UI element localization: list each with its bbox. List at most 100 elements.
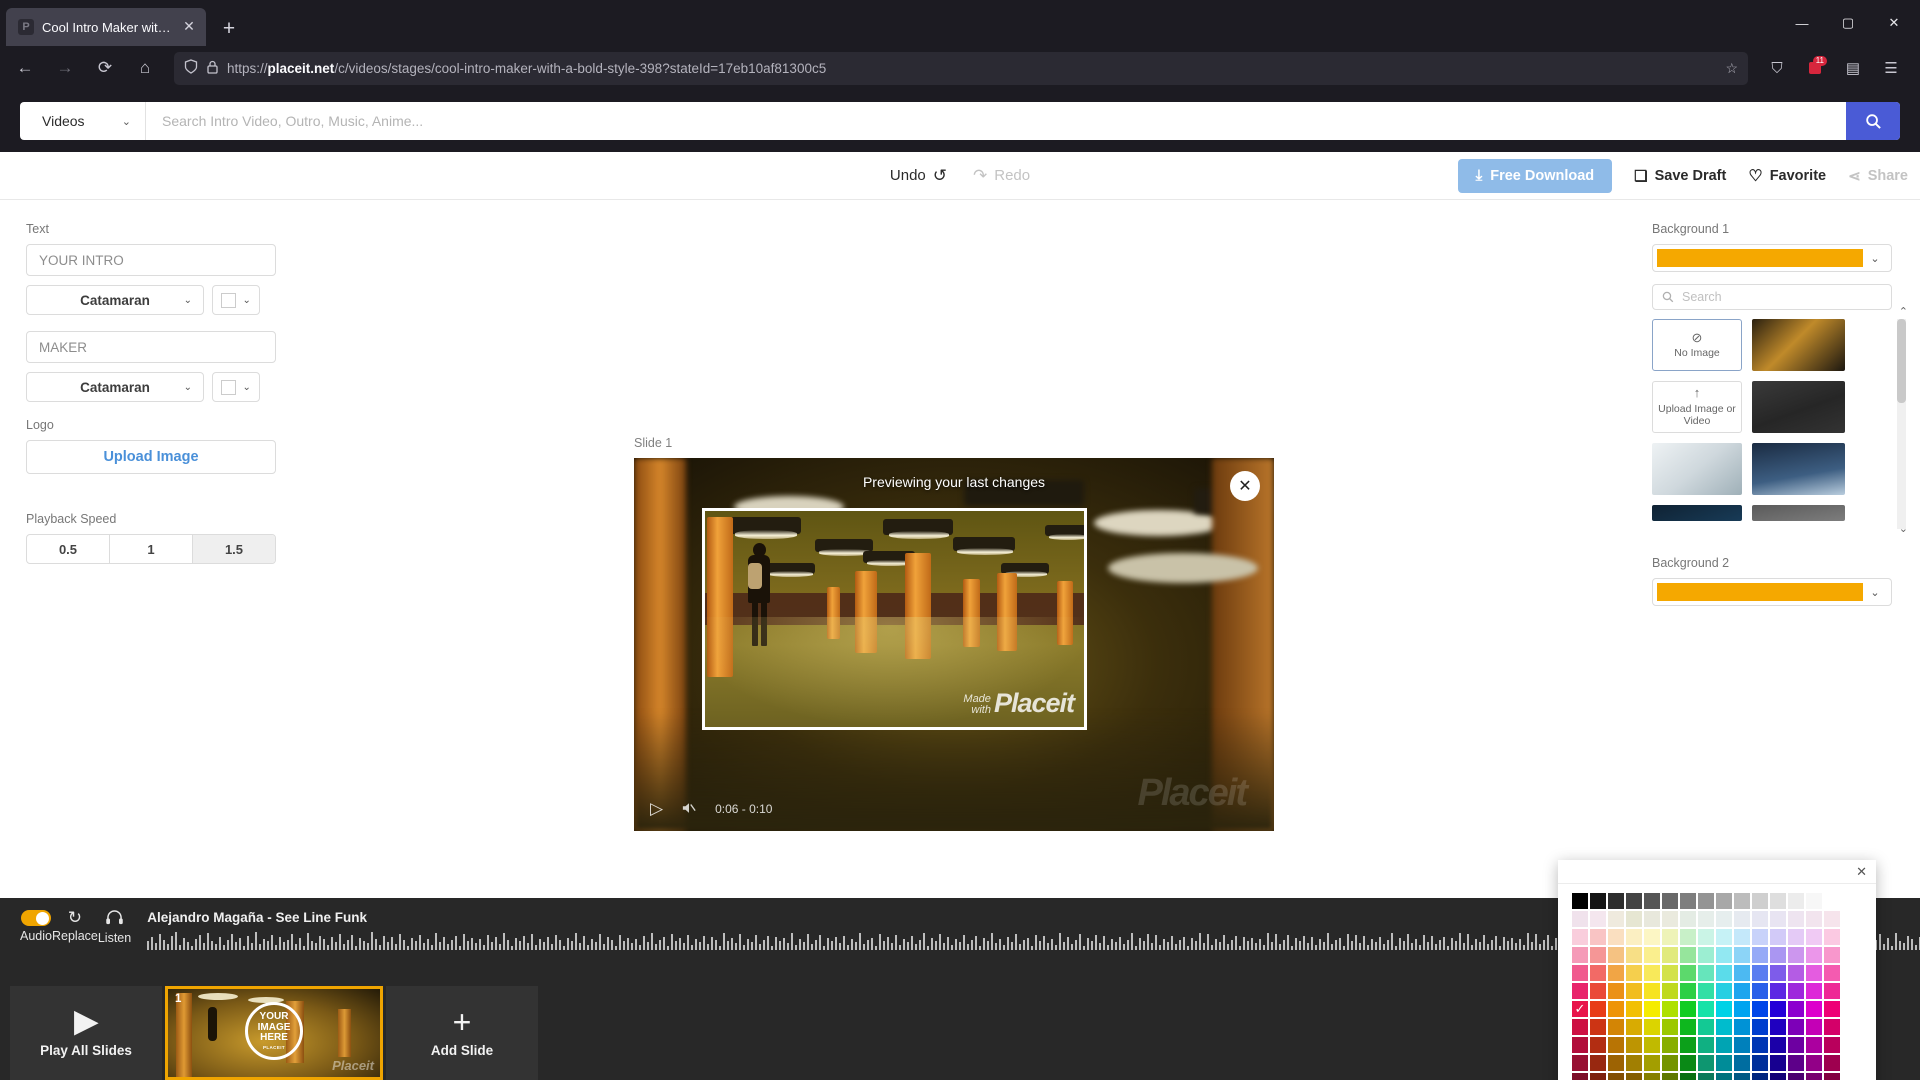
- color-swatch[interactable]: [1698, 965, 1714, 981]
- color-swatch[interactable]: [1734, 911, 1750, 927]
- color-swatch[interactable]: [1626, 1001, 1642, 1017]
- color-swatch[interactable]: [1770, 1019, 1786, 1035]
- color-swatch[interactable]: [1752, 1055, 1768, 1071]
- color-swatch[interactable]: [1608, 1073, 1624, 1080]
- color-swatch[interactable]: [1716, 929, 1732, 945]
- play-all-slides-button[interactable]: ▶ Play All Slides: [10, 986, 162, 1080]
- color-swatch[interactable]: [1590, 1055, 1606, 1071]
- color-swatch[interactable]: [1662, 1073, 1678, 1080]
- color-swatch[interactable]: [1752, 965, 1768, 981]
- text-color-select-1[interactable]: ⌄: [212, 285, 260, 315]
- color-swatch[interactable]: [1824, 911, 1840, 927]
- new-tab-button[interactable]: +: [212, 12, 246, 46]
- color-swatch[interactable]: [1806, 965, 1822, 981]
- color-swatch[interactable]: [1698, 947, 1714, 963]
- audio-toggle-control[interactable]: Audio: [20, 910, 52, 943]
- color-swatch[interactable]: [1770, 893, 1786, 909]
- color-swatch[interactable]: [1806, 1073, 1822, 1080]
- color-swatch[interactable]: [1806, 911, 1822, 927]
- color-swatch[interactable]: [1824, 1055, 1840, 1071]
- color-swatch[interactable]: [1824, 965, 1840, 981]
- background-thumbnail[interactable]: [1652, 443, 1742, 495]
- color-swatch[interactable]: [1716, 1073, 1732, 1080]
- color-swatch[interactable]: [1788, 1037, 1804, 1053]
- color-swatch[interactable]: [1698, 1055, 1714, 1071]
- mute-icon[interactable]: [681, 801, 697, 818]
- color-swatch[interactable]: [1824, 893, 1840, 909]
- color-swatch[interactable]: [1662, 1055, 1678, 1071]
- color-swatch[interactable]: [1806, 929, 1822, 945]
- color-swatch[interactable]: [1752, 893, 1768, 909]
- color-swatch[interactable]: [1608, 911, 1624, 927]
- color-swatch[interactable]: [1608, 965, 1624, 981]
- color-swatch[interactable]: [1572, 929, 1588, 945]
- menu-icon[interactable]: ☰: [1874, 51, 1908, 85]
- undo-button[interactable]: Undo ↺: [890, 166, 947, 186]
- text-color-select-2[interactable]: ⌄: [212, 372, 260, 402]
- background-thumbnail[interactable]: [1752, 443, 1845, 495]
- color-swatch[interactable]: [1752, 1001, 1768, 1017]
- search-button[interactable]: [1846, 102, 1900, 140]
- color-swatch[interactable]: [1572, 1055, 1588, 1071]
- forward-icon[interactable]: →: [48, 51, 82, 85]
- color-swatch[interactable]: [1626, 965, 1642, 981]
- color-swatch[interactable]: [1608, 983, 1624, 999]
- color-swatch[interactable]: [1680, 929, 1696, 945]
- color-swatch[interactable]: [1698, 911, 1714, 927]
- color-swatch[interactable]: [1716, 983, 1732, 999]
- color-swatch[interactable]: [1770, 1073, 1786, 1080]
- color-swatch[interactable]: [1572, 1037, 1588, 1053]
- color-swatch[interactable]: [1608, 1019, 1624, 1035]
- intro-text-input-2[interactable]: MAKER: [26, 331, 276, 363]
- background-thumbnail[interactable]: [1752, 319, 1845, 371]
- color-swatch[interactable]: [1662, 911, 1678, 927]
- color-swatch[interactable]: [1626, 893, 1642, 909]
- color-swatch[interactable]: [1626, 1037, 1642, 1053]
- slide-thumbnail-1[interactable]: 1 YOUR IMAGE HERE PLACEIT Placeit: [165, 986, 383, 1080]
- color-swatch[interactable]: [1590, 1073, 1606, 1080]
- color-swatch[interactable]: [1770, 911, 1786, 927]
- color-swatch[interactable]: [1680, 1073, 1696, 1080]
- color-swatch[interactable]: [1716, 911, 1732, 927]
- color-swatch[interactable]: [1644, 1037, 1660, 1053]
- color-swatch[interactable]: [1716, 1055, 1732, 1071]
- background-thumbnail[interactable]: [1652, 505, 1742, 521]
- close-preview-icon[interactable]: ✕: [1230, 471, 1260, 501]
- color-swatch[interactable]: [1788, 1073, 1804, 1080]
- color-swatch[interactable]: [1788, 893, 1804, 909]
- reload-icon[interactable]: ⟳: [88, 51, 122, 85]
- scroll-down-icon[interactable]: ⌄: [1899, 522, 1908, 535]
- color-swatch[interactable]: [1680, 1001, 1696, 1017]
- color-swatch[interactable]: [1716, 1001, 1732, 1017]
- color-swatch[interactable]: [1644, 1019, 1660, 1035]
- color-swatch[interactable]: [1626, 1055, 1642, 1071]
- color-swatch[interactable]: [1572, 1019, 1588, 1035]
- color-swatch[interactable]: [1590, 1001, 1606, 1017]
- maximize-icon[interactable]: ▢: [1826, 6, 1870, 40]
- color-swatch[interactable]: [1788, 1055, 1804, 1071]
- no-image-option[interactable]: ⊘ No Image: [1652, 319, 1742, 371]
- home-icon[interactable]: ⌂: [128, 51, 162, 85]
- color-swatch[interactable]: [1572, 983, 1588, 999]
- upload-media-option[interactable]: ↑ Upload Image or Video: [1652, 381, 1742, 433]
- color-swatch[interactable]: [1608, 1037, 1624, 1053]
- color-swatch[interactable]: [1644, 1001, 1660, 1017]
- color-swatch[interactable]: [1590, 965, 1606, 981]
- color-swatch[interactable]: [1806, 1055, 1822, 1071]
- speed-option-1[interactable]: 1: [110, 535, 193, 563]
- color-swatch[interactable]: [1662, 929, 1678, 945]
- color-swatch[interactable]: [1734, 965, 1750, 981]
- color-swatch[interactable]: [1734, 929, 1750, 945]
- speed-option-0.5[interactable]: 0.5: [27, 535, 110, 563]
- color-swatch[interactable]: [1608, 947, 1624, 963]
- color-swatch[interactable]: [1662, 965, 1678, 981]
- search-input[interactable]: [146, 102, 1846, 140]
- color-swatch[interactable]: [1626, 929, 1642, 945]
- background-thumbnail[interactable]: [1752, 505, 1845, 521]
- intro-text-input-1[interactable]: YOUR INTRO: [26, 244, 276, 276]
- color-swatch[interactable]: [1662, 983, 1678, 999]
- close-icon[interactable]: ✕: [1856, 864, 1867, 880]
- browser-tab[interactable]: P Cool Intro Maker with a Bold Sty ✕: [6, 8, 206, 46]
- color-swatch[interactable]: [1572, 1073, 1588, 1080]
- color-swatch[interactable]: [1698, 1001, 1714, 1017]
